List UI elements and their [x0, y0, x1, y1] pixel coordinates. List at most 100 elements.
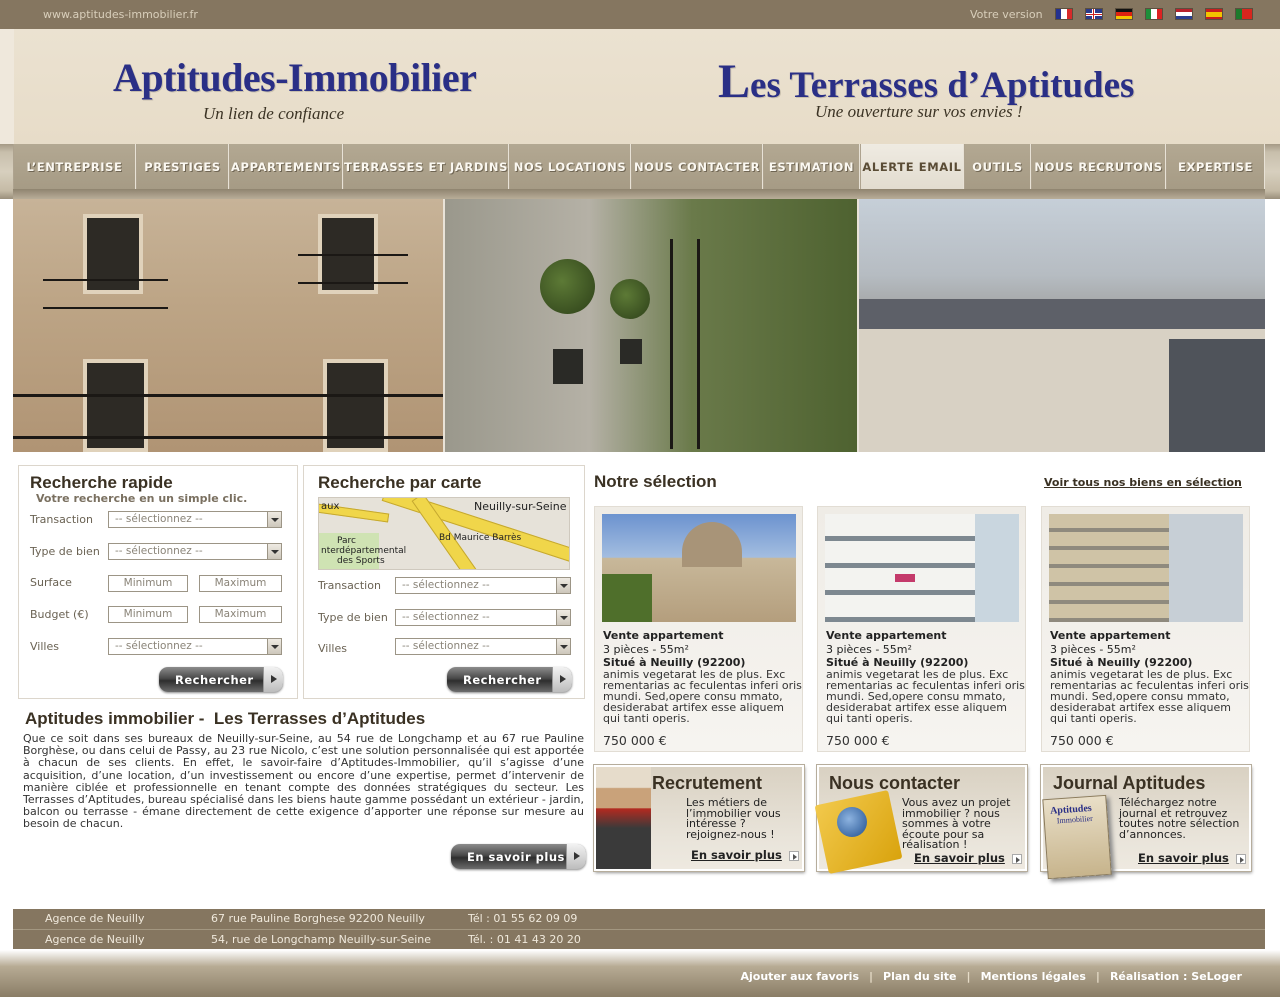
logo-terrasses-initial: L [718, 55, 751, 108]
contact-more-link[interactable]: En savoir plus [914, 851, 1005, 865]
dome-roof [1169, 339, 1265, 452]
see-all-selection-link[interactable]: Voir tous nos biens en sélection [1044, 476, 1242, 489]
agency-tel: Tél : 01 55 62 09 09 [468, 912, 578, 925]
flowers [895, 574, 915, 582]
nav-entreprise[interactable]: L’ENTREPRISE [13, 144, 136, 189]
map-villes-select-value: -- sélectionnez -- [402, 640, 490, 652]
flag-uk-icon[interactable] [1085, 8, 1103, 20]
property-description: animis vegetarat les de plus. Exc rement… [826, 668, 1025, 725]
contact-box[interactable]: Nous contacter Vous avez un projet immob… [814, 765, 1027, 875]
footer-favoris-link[interactable]: Ajouter aux favoris [740, 970, 859, 983]
contact-text: Vous avez un projet immobilier ? nous so… [902, 796, 1011, 851]
nav-estimation[interactable]: ESTIMATION [763, 144, 860, 189]
arrow-right-icon [1236, 854, 1246, 864]
transaction-select[interactable]: -- sélectionnez -- [108, 511, 282, 528]
flag-nl-icon[interactable] [1175, 8, 1193, 20]
search-map[interactable]: aux Neuilly-sur-Seine Bd Maurice Barrès … [318, 497, 570, 570]
budget-min-input[interactable]: Minimum [108, 606, 188, 623]
journal-box[interactable]: Journal Aptitudes Aptitudes Immobilier T… [1041, 765, 1251, 880]
dome [682, 522, 742, 567]
map-type-label: Type de bien [318, 611, 388, 624]
quick-search-subtitle: Votre recherche en un simple clic. [36, 492, 248, 505]
flag-es-icon[interactable] [1205, 8, 1223, 20]
map-label-street: Bd Maurice Barrès [439, 533, 522, 543]
property-price: 750 000 € [603, 733, 667, 748]
journal-text: Téléchargez notre journal et retrouvez t… [1119, 796, 1240, 841]
agency-name: Agence de Neuilly [45, 912, 145, 925]
map-search-panel: Recherche par carte aux Neuilly-sur-Sein… [303, 465, 585, 699]
type-select[interactable]: -- sélectionnez -- [108, 543, 282, 560]
flag-de-icon[interactable] [1115, 8, 1133, 20]
transaction-select-value: -- sélectionnez -- [115, 513, 203, 525]
journal-cover-image: Aptitudes Immobilier [1042, 794, 1112, 880]
chevron-down-icon [556, 578, 570, 593]
arrow-right-icon [566, 844, 586, 869]
sky [975, 514, 1019, 622]
facade-photo [13, 199, 443, 452]
property-card[interactable]: Vente appartement 3 pièces - 55m² Situé … [594, 506, 803, 752]
surface-min-input[interactable]: Minimum [108, 575, 188, 592]
tree [602, 574, 652, 622]
tagline-left: Un lien de confiance [203, 104, 345, 123]
nav-locations[interactable]: NOS LOCATIONS [509, 144, 631, 189]
map-type-select-value: -- sélectionnez -- [402, 611, 490, 623]
arrow-right-icon [552, 667, 572, 692]
language-flags [1055, 8, 1253, 20]
site-header: Aptitudes-Immobilier Un lien de confianc… [0, 29, 1280, 144]
stair-railing [670, 239, 700, 449]
property-photo[interactable] [1049, 514, 1243, 622]
nav-recrutons[interactable]: NOUS RECRUTONS [1031, 144, 1166, 189]
property-card[interactable]: Vente appartement 3 pièces - 55m² Situé … [817, 506, 1026, 752]
nav-terrasses-jardins[interactable]: TERRASSES ET JARDINS [343, 144, 509, 189]
property-card[interactable]: Vente appartement 3 pièces - 55m² Situé … [1041, 506, 1250, 752]
contact-title: Nous contacter [829, 773, 961, 793]
nav-alerte-email[interactable]: ALERTE EMAIL [860, 144, 964, 189]
property-photo[interactable] [602, 514, 796, 622]
map-villes-select[interactable]: -- sélectionnez -- [395, 638, 571, 655]
nav-contact[interactable]: NOUS CONTACTER [631, 144, 763, 189]
version-label: Votre version [970, 8, 1043, 21]
recruitment-box[interactable]: Recrutement Les métiers de l’immobilier … [594, 765, 804, 871]
businessman-image [596, 767, 651, 869]
villes-select[interactable]: -- sélectionnez -- [108, 638, 282, 655]
journal-more-link[interactable]: En savoir plus [1138, 851, 1229, 865]
surface-max-input[interactable]: Maximum [199, 575, 282, 592]
recruitment-more-link[interactable]: En savoir plus [691, 848, 782, 862]
nav-appartements[interactable]: APPARTEMENTS [229, 144, 343, 189]
nav-outils[interactable]: OUTILS [964, 144, 1031, 189]
facade [1049, 514, 1169, 622]
budget-max-input[interactable]: Maximum [199, 606, 282, 623]
property-type: Vente appartement [603, 629, 724, 642]
map-transaction-select[interactable]: -- sélectionnez -- [395, 577, 571, 594]
nav-expertise[interactable]: EXPERTISE [1166, 144, 1265, 189]
agency-address: 54, rue de Longchamp Neuilly-sur-Seine [211, 933, 432, 946]
chevron-down-icon [267, 512, 281, 527]
property-description: animis vegetarat les de plus. Exc rement… [1050, 668, 1249, 725]
intro-title: Aptitudes immobilier - Les Terrasses d’A… [25, 709, 426, 728]
map-search-title: Recherche par carte [318, 473, 482, 492]
map-search-button[interactable]: Rechercher [447, 667, 572, 692]
map-type-select[interactable]: -- sélectionnez -- [395, 609, 571, 626]
top-bar: www.aptitudes-immobilier.fr Votre versio… [0, 0, 1280, 29]
property-type: Vente appartement [1050, 629, 1171, 642]
budget-label: Budget (€) [30, 608, 89, 621]
quick-search-button[interactable]: Rechercher [159, 667, 283, 692]
footer-mentions-link[interactable]: Mentions légales [981, 970, 1086, 983]
map-label-park-2: nterdépartemental [321, 546, 407, 556]
en-savoir-plus-button[interactable]: En savoir plus [451, 844, 586, 869]
footer-realisation-link[interactable]: Réalisation : SeLoger [1110, 970, 1242, 983]
nav-prestiges[interactable]: PRESTIGES [136, 144, 229, 189]
map-label-park: Parc [337, 536, 356, 546]
flag-pt-icon[interactable] [1235, 8, 1253, 20]
flag-it-icon[interactable] [1145, 8, 1163, 20]
property-photo[interactable] [825, 514, 1019, 622]
type-label: Type de bien [30, 545, 100, 558]
agency-tel: Tél. : 01 41 43 20 20 [468, 933, 581, 946]
map-search-button-label: Rechercher [463, 672, 542, 687]
paris-rooftops-photo [859, 199, 1265, 452]
flag-fr-icon[interactable] [1055, 8, 1073, 20]
footer-plan-link[interactable]: Plan du site [883, 970, 957, 983]
logo-aptitudes-immobilier[interactable]: Aptitudes-Immobilier [113, 54, 477, 101]
logo-terrasses[interactable]: Les Terrasses d’Aptitudes [718, 54, 1134, 109]
agency-name: Agence de Neuilly [45, 933, 145, 946]
